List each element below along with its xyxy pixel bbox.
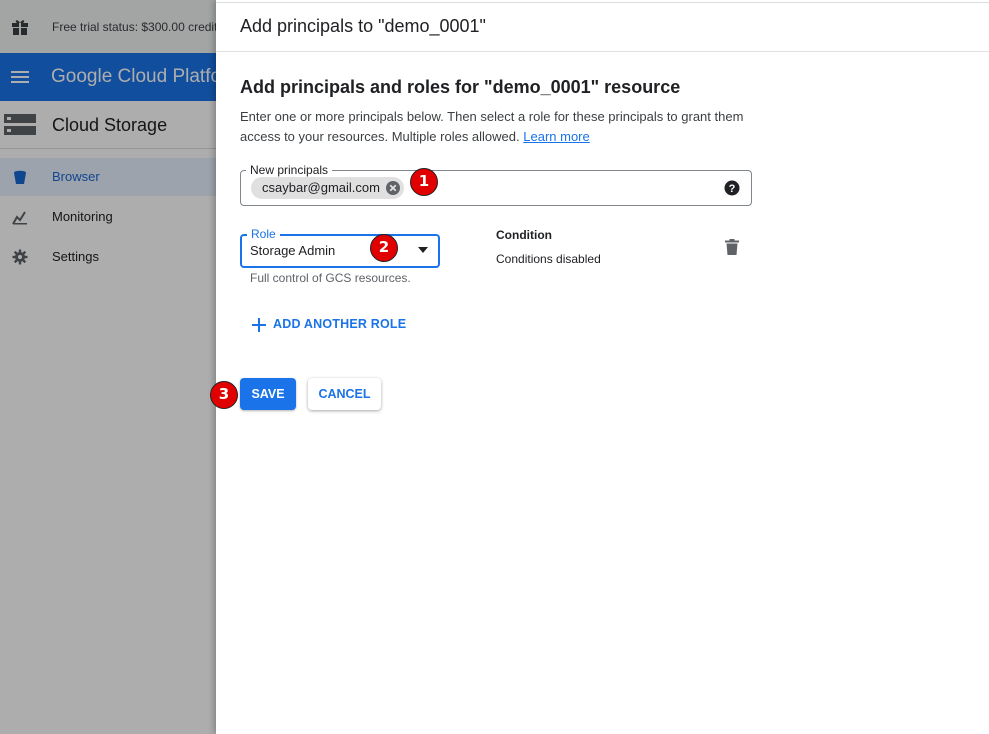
new-principals-label: New principals: [246, 162, 333, 178]
add-principals-panel: Add principals to "demo_0001" Add princi…: [216, 0, 989, 734]
cancel-button[interactable]: CANCEL: [308, 378, 381, 410]
svg-text:?: ?: [729, 183, 736, 195]
new-principals-field[interactable]: New principals csaybar@gmail.com ?: [240, 162, 752, 206]
section-title: Add principals and roles for "demo_0001"…: [240, 77, 681, 97]
panel-top-border: [216, 2, 989, 3]
description: Enter one or more principals below. Then…: [240, 107, 760, 147]
role-value: Storage Admin: [250, 243, 336, 258]
annotation-badge-2: 2: [370, 234, 398, 262]
role-description: Full control of GCS resources.: [250, 271, 411, 285]
role-label: Role: [247, 226, 280, 242]
panel-divider: [216, 51, 989, 52]
help-icon[interactable]: ?: [724, 180, 740, 196]
learn-more-link[interactable]: Learn more: [523, 129, 589, 144]
role-select[interactable]: Role Storage Admin: [240, 226, 440, 268]
annotation-badge-1: 1: [410, 168, 438, 196]
condition-value: Conditions disabled: [496, 252, 601, 266]
save-button[interactable]: SAVE: [240, 378, 296, 410]
principal-chip-text: csaybar@gmail.com: [262, 180, 380, 195]
plus-icon: [252, 318, 266, 332]
trash-icon[interactable]: [725, 239, 739, 255]
panel-title: Add principals to "demo_0001": [240, 16, 486, 36]
description-text: Enter one or more principals below. Then…: [240, 109, 744, 144]
principal-chip[interactable]: csaybar@gmail.com: [251, 177, 404, 199]
console-background: Free trial status: $300.00 credit Google…: [0, 0, 243, 734]
annotation-badge-3: 3: [210, 381, 238, 409]
condition-label: Condition: [496, 228, 552, 242]
chip-remove-icon[interactable]: [385, 181, 400, 195]
add-another-role-label: ADD ANOTHER ROLE: [273, 317, 407, 331]
dropdown-arrow-icon[interactable]: [418, 247, 428, 253]
modal-scrim[interactable]: [0, 0, 216, 734]
